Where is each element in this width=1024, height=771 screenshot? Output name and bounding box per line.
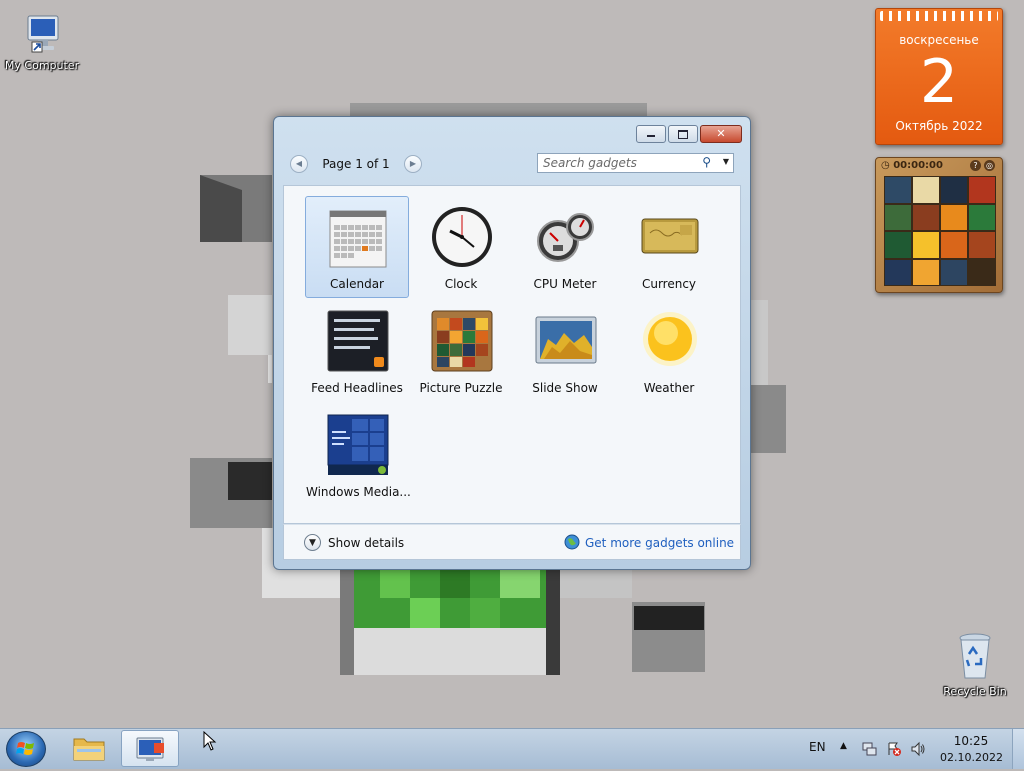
next-page-button[interactable]: ▶: [404, 155, 422, 173]
chevron-down-icon[interactable]: ▼: [304, 534, 321, 551]
puzzle-tile[interactable]: [885, 259, 911, 285]
language-indicator[interactable]: EN: [809, 740, 826, 754]
puzzle-tile[interactable]: [969, 204, 995, 230]
gadget-gallery: Calendar Clock CPU Meter Currency Feed H…: [283, 185, 741, 524]
puzzle-tile[interactable]: [941, 204, 967, 230]
puzzle-grid[interactable]: [884, 176, 996, 286]
windows-media-center-icon: [327, 414, 389, 475]
desktop-icon-label: My Computer: [4, 59, 80, 72]
puzzle-tile[interactable]: [913, 259, 939, 285]
slide-show-icon: [535, 316, 597, 364]
search-input[interactable]: [538, 154, 708, 172]
page-navigation: ◀ Page 1 of 1 ▶: [290, 153, 422, 175]
gadget-tile-clock[interactable]: Clock: [409, 196, 513, 298]
computer-icon: [27, 15, 59, 53]
calendar-month-year: Октябрь 2022: [895, 119, 983, 133]
gadget-name: Calendar: [330, 277, 384, 291]
show-desktop-button[interactable]: [1012, 729, 1024, 769]
windows-logo-icon: [16, 742, 34, 755]
action-center-icon[interactable]: [886, 741, 902, 757]
puzzle-timer: ◷ 00:00:00: [881, 160, 943, 171]
puzzle-tile[interactable]: [941, 177, 967, 203]
gadget-name: Weather: [643, 381, 695, 395]
gadget-name: Windows Media...: [306, 485, 411, 499]
taskbar-explorer-button[interactable]: [60, 730, 118, 767]
calendar-gadget[interactable]: воскресенье 2 Октябрь 2022: [875, 8, 1003, 145]
gadget-name: CPU Meter: [533, 277, 597, 291]
puzzle-tile[interactable]: [941, 259, 967, 285]
search-box[interactable]: ⚲ ▼: [537, 153, 734, 173]
puzzle-tile[interactable]: [969, 177, 995, 203]
puzzle-tile[interactable]: [885, 204, 911, 230]
clock-time[interactable]: 10:25: [944, 734, 998, 748]
puzzle-tile[interactable]: [969, 232, 995, 258]
puzzle-tile[interactable]: [913, 204, 939, 230]
currency-icon: [641, 218, 699, 254]
taskbar: EN ▲ 10:25 02.10.2022: [0, 728, 1024, 769]
chevron-down-icon[interactable]: ▼: [723, 157, 729, 166]
desktop-icon-recycle-bin[interactable]: Recycle Bin: [933, 630, 1017, 698]
prev-page-button[interactable]: ◀: [290, 155, 308, 173]
clock-small-icon: ◷: [881, 160, 890, 171]
puzzle-tile-empty: [969, 259, 995, 285]
calendar-icon: [329, 210, 387, 268]
gadget-name: Currency: [641, 277, 697, 291]
calendar-day-number: 2: [919, 47, 959, 117]
recycle-bin-icon: [959, 633, 991, 679]
gadget-name: Picture Puzzle: [419, 381, 503, 395]
puzzle-timer-value: 00:00:00: [893, 160, 943, 171]
minimize-button[interactable]: [636, 125, 666, 143]
taskbar-gadgets-button[interactable]: [121, 730, 179, 767]
page-indicator: Page 1 of 1: [322, 157, 390, 171]
globe-icon: [564, 534, 580, 550]
picture-puzzle-icon: [431, 310, 493, 372]
show-hidden-icons-button[interactable]: ▲: [840, 741, 847, 751]
picture-puzzle-gadget[interactable]: ◷ 00:00:00 ? ◎: [875, 157, 1003, 293]
gadget-tile-picture-puzzle[interactable]: Picture Puzzle: [409, 300, 513, 402]
gadget-tile-windows-media-center[interactable]: Windows Media...: [305, 404, 411, 506]
close-button[interactable]: [700, 125, 742, 143]
window-controls: [636, 125, 742, 143]
feed-headlines-icon: [327, 310, 389, 372]
puzzle-tile[interactable]: [885, 232, 911, 258]
gadget-name: Clock: [444, 277, 478, 291]
gadget-tile-slide-show[interactable]: Slide Show: [513, 300, 617, 402]
gadgets-icon: [136, 737, 164, 761]
search-icon[interactable]: ⚲: [702, 155, 711, 169]
gadget-tile-currency[interactable]: Currency: [617, 196, 721, 298]
cpu-meter-icon: [537, 213, 594, 262]
calendar-rings: [880, 11, 998, 21]
gadget-tile-cpu-meter[interactable]: CPU Meter: [513, 196, 617, 298]
get-more-gadgets-link[interactable]: Get more gadgets online: [585, 536, 734, 550]
help-icon[interactable]: ?: [970, 160, 981, 171]
window-footer: ▼ Show details Get more gadgets online: [283, 524, 741, 560]
maximize-button[interactable]: [668, 125, 698, 143]
puzzle-tile[interactable]: [913, 232, 939, 258]
calendar-day-name: воскресенье: [899, 33, 979, 47]
show-picture-icon[interactable]: ◎: [984, 160, 995, 171]
puzzle-tile[interactable]: [885, 177, 911, 203]
gadget-tile-feed-headlines[interactable]: Feed Headlines: [305, 300, 409, 402]
gadget-tile-calendar[interactable]: Calendar: [305, 196, 409, 298]
show-details-toggle[interactable]: Show details: [328, 536, 404, 550]
gadgets-window: ◀ Page 1 of 1 ▶ ⚲ ▼ Calendar: [273, 116, 751, 570]
gadget-name: Feed Headlines: [311, 381, 403, 395]
start-button[interactable]: [6, 731, 46, 767]
clock-icon: [432, 207, 492, 267]
volume-icon[interactable]: [910, 741, 926, 757]
desktop-icon-label: Recycle Bin: [943, 685, 1007, 698]
puzzle-tile[interactable]: [941, 232, 967, 258]
weather-sun-icon: [643, 312, 697, 366]
desktop-icon-my-computer[interactable]: My Computer: [0, 12, 84, 72]
clock-date[interactable]: 02.10.2022: [940, 751, 1003, 764]
mouse-cursor-icon: [203, 731, 217, 751]
puzzle-tile[interactable]: [913, 177, 939, 203]
network-icon[interactable]: [861, 741, 877, 757]
gadget-tile-weather[interactable]: Weather: [617, 300, 721, 402]
gadget-name: Slide Show: [532, 381, 598, 395]
folder-icon: [73, 738, 105, 761]
